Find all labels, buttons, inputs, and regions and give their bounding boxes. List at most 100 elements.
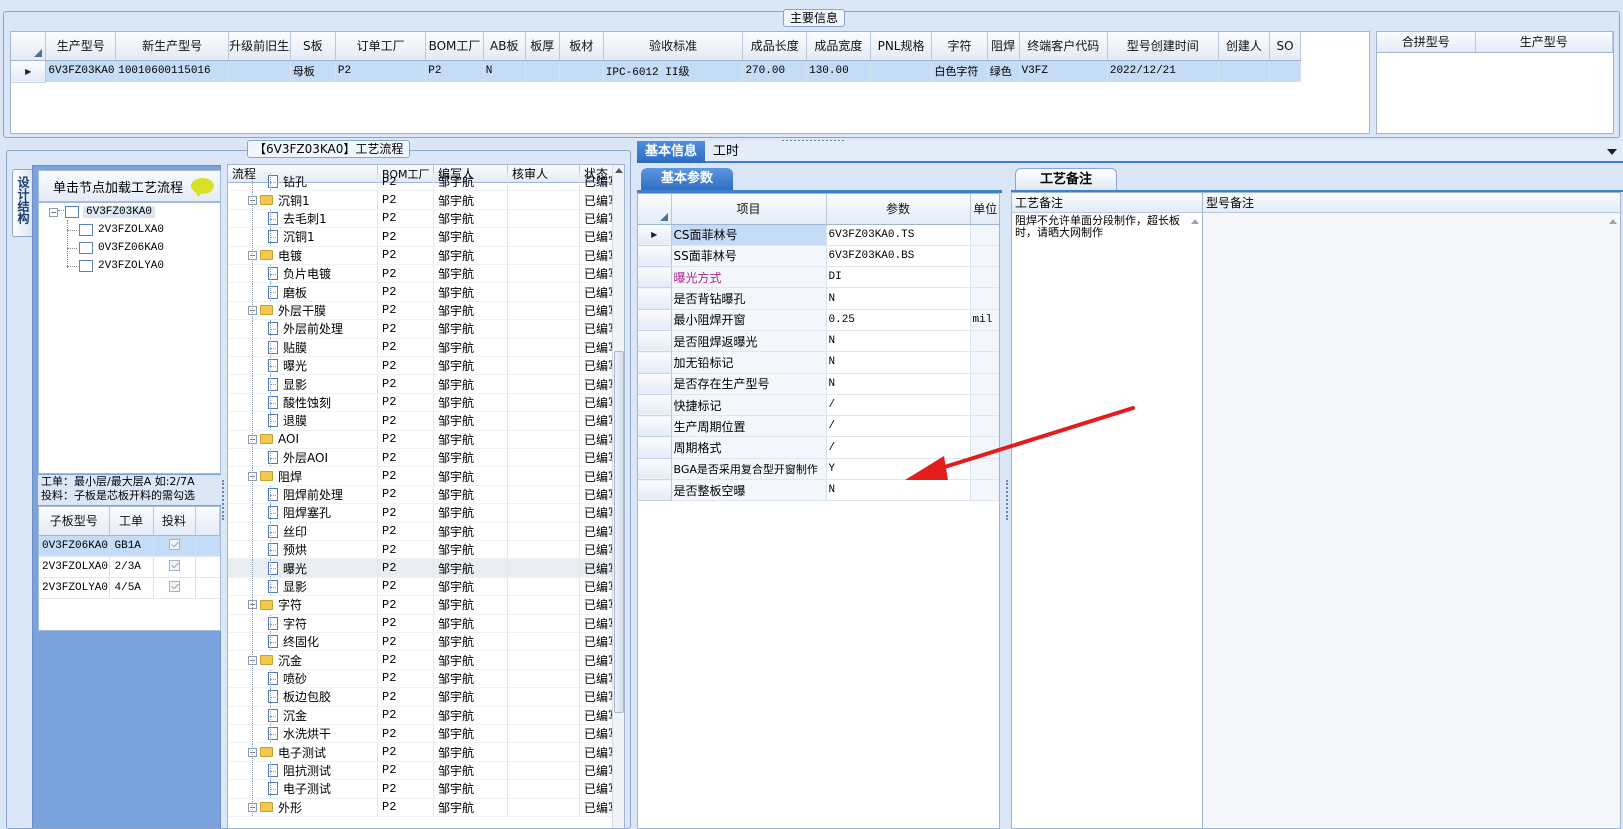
flow-row[interactable]: 去毛刺1 P2邹宇航 已编写 — [228, 209, 612, 229]
param-value[interactable]: N — [826, 330, 971, 353]
row-indicator[interactable] — [638, 245, 672, 268]
flow-row[interactable]: 阻焊塞孔 P2邹宇航 已编写 — [228, 504, 612, 523]
model-notes-scroll-up[interactable] — [1609, 219, 1617, 224]
flow-name-cell[interactable]: − 电镀 — [228, 246, 378, 264]
flow-name-cell[interactable]: − 沉金 — [228, 651, 378, 669]
main-cell[interactable] — [870, 60, 933, 82]
main-cell[interactable]: IPC-6012 II级 — [603, 60, 744, 82]
flow-name-cell[interactable]: 钻孔 — [228, 173, 378, 191]
params-row[interactable]: 快捷标记 / — [638, 394, 999, 417]
flow-row[interactable]: 钻孔 P2邹宇航 已编写 — [228, 173, 612, 192]
main-cell[interactable]: V3FZ — [1019, 60, 1108, 82]
params-row[interactable]: SS面菲林号 6V3FZ03KA0.BS — [638, 245, 999, 268]
flow-row[interactable]: −电子测试P2邹宇航 已编写 — [228, 743, 612, 762]
main-col-header[interactable]: PNL规格 — [870, 32, 933, 61]
row-indicator[interactable] — [638, 287, 672, 310]
scroll-up-arrow[interactable] — [615, 168, 623, 173]
main-cell[interactable]: P2 — [425, 60, 484, 82]
row-indicator[interactable] — [638, 266, 672, 289]
params-corner[interactable] — [638, 194, 672, 225]
main-cell[interactable]: 130.00 — [806, 60, 871, 82]
flow-row[interactable]: −AOIP2邹宇航 已编写 — [228, 430, 612, 449]
main-cell[interactable] — [525, 60, 560, 82]
main-cell[interactable] — [228, 60, 291, 82]
flow-name-cell[interactable]: 水洗烘干 — [228, 725, 378, 743]
merge-col-prod[interactable]: 生产型号 — [1475, 32, 1613, 53]
flow-row[interactable]: 外层前处理 P2邹宇航 已编写 — [228, 320, 612, 339]
params-row[interactable]: 是否阻焊返曝光 N — [638, 330, 999, 353]
param-value[interactable]: Y — [826, 458, 971, 481]
flow-row[interactable]: 阻抗测试 P2邹宇航 已编写 — [228, 761, 612, 781]
flow-name-cell[interactable]: − 外形 — [228, 798, 378, 816]
flow-row[interactable]: 沉铜1 P2邹宇航 已编写 — [228, 228, 612, 247]
flow-name-cell[interactable]: − 电子测试 — [228, 743, 378, 761]
flow-name-cell[interactable]: 喷砂 — [228, 669, 378, 688]
flow-row[interactable]: 外层AOI P2邹宇航 已编写 — [228, 449, 612, 468]
flow-row[interactable]: −电镀P2邹宇航 已编写 — [228, 246, 612, 265]
merge-col-combined[interactable]: 合拼型号 — [1377, 32, 1476, 53]
tab-dropdown-arrow[interactable] — [1607, 149, 1617, 155]
row-indicator[interactable] — [638, 373, 672, 395]
flow-name-cell[interactable]: 丝印 — [228, 522, 378, 540]
flow-name-cell[interactable]: 板边包胶 — [228, 688, 378, 706]
flow-name-cell[interactable]: 磨板 — [228, 283, 378, 301]
flow-row[interactable]: 水洗烘干 P2邹宇航 已编写 — [228, 725, 612, 744]
params-row[interactable]: 是否存在生产型号 N — [638, 373, 999, 395]
params-col-item[interactable]: 项目 — [671, 194, 827, 225]
flow-row[interactable]: −外形P2邹宇航 已编写 — [228, 798, 612, 817]
flow-name-cell[interactable]: 字符 — [228, 614, 378, 632]
flow-name-cell[interactable]: 预烘 — [228, 541, 378, 559]
flow-name-cell[interactable]: 电子测试 — [228, 780, 378, 798]
flow-row[interactable]: −外层干膜P2邹宇航 已编写 — [228, 301, 612, 321]
main-col-header[interactable]: 字符 — [931, 32, 988, 61]
param-value[interactable]: / — [826, 415, 971, 438]
params-row[interactable]: 最小阻焊开窗 0.25 mil — [638, 309, 999, 331]
process-notes-textarea[interactable] — [1012, 213, 1184, 613]
flow-name-cell[interactable]: 曝光 — [228, 357, 378, 375]
main-col-header[interactable]: 验收标准 — [603, 32, 744, 61]
main-col-header[interactable]: 创建人 — [1218, 32, 1271, 61]
main-col-header[interactable]: S板 — [290, 32, 336, 61]
param-value[interactable]: DI — [826, 266, 971, 289]
params-row[interactable]: 是否背钻曝孔 N — [638, 287, 999, 310]
flow-name-cell[interactable]: 负片电镀 — [228, 265, 378, 283]
flow-name-cell[interactable]: 曝光 — [228, 559, 378, 577]
flow-name-cell[interactable]: 阻抗测试 — [228, 761, 378, 780]
flow-row[interactable]: −阻焊P2邹宇航 已编写 — [228, 467, 612, 486]
row-indicator[interactable] — [638, 479, 672, 502]
main-cell[interactable] — [1269, 60, 1301, 82]
flow-row[interactable]: 退膜 P2邹宇航 已编写 — [228, 412, 612, 431]
main-col-header[interactable]: SO — [1269, 32, 1301, 61]
main-cell[interactable] — [559, 60, 604, 82]
flow-name-cell[interactable]: − 沉铜1 — [228, 191, 378, 209]
main-col-header[interactable]: BOM工厂 — [425, 32, 484, 61]
flow-row[interactable]: 负片电镀 P2邹宇航 已编写 — [228, 265, 612, 284]
param-value[interactable]: 6V3FZ03KA0.BS — [826, 245, 971, 268]
flow-row[interactable]: −字符P2邹宇航 已编写 — [228, 596, 612, 615]
params-row[interactable]: 是否整板空曝 N — [638, 479, 999, 502]
main-cell[interactable]: 6V3FZ03KA0 — [45, 60, 117, 82]
main-cell[interactable]: 2022/12/21 — [1107, 60, 1219, 82]
flow-scrollbar[interactable] — [612, 165, 624, 828]
tab-basic-info[interactable]: 基本信息 — [637, 141, 706, 163]
flow-row[interactable]: 磨板 P2邹宇航 已编写 — [228, 283, 612, 302]
tab-work-hours[interactable]: 工时 — [705, 141, 747, 163]
flow-row[interactable]: 丝印 P2邹宇航 已编写 — [228, 522, 612, 541]
flow-row[interactable]: −沉铜1P2邹宇航 已编写 — [228, 191, 612, 210]
main-col-header[interactable]: 新生产型号 — [115, 32, 230, 61]
flow-row[interactable]: 沉金 P2邹宇航 已编写 — [228, 706, 612, 725]
main-col-header[interactable]: 升级前旧生产型号 — [228, 32, 291, 61]
right-splitter[interactable] — [1006, 480, 1010, 520]
main-cell[interactable]: 10010600115016 — [115, 60, 230, 82]
main-cell[interactable]: 绿色 — [987, 60, 1020, 82]
main-cell[interactable]: 母板 — [290, 60, 336, 82]
flow-row[interactable]: 显影 P2邹宇航 已编写 — [228, 375, 612, 394]
main-col-header[interactable]: 终端客户代码 — [1019, 32, 1108, 61]
flow-row[interactable]: 预烘 P2邹宇航 已编写 — [228, 541, 612, 560]
main-cell[interactable]: 白色字符 — [931, 60, 988, 82]
flow-name-cell[interactable]: 显影 — [228, 375, 378, 393]
flow-row[interactable]: 字符 P2邹宇航 已编写 — [228, 614, 612, 633]
row-indicator[interactable] — [638, 415, 672, 438]
flow-row[interactable]: 阻焊前处理 P2邹宇航 已编写 — [228, 485, 612, 505]
flow-row[interactable]: 喷砂 P2邹宇航 已编写 — [228, 669, 612, 689]
